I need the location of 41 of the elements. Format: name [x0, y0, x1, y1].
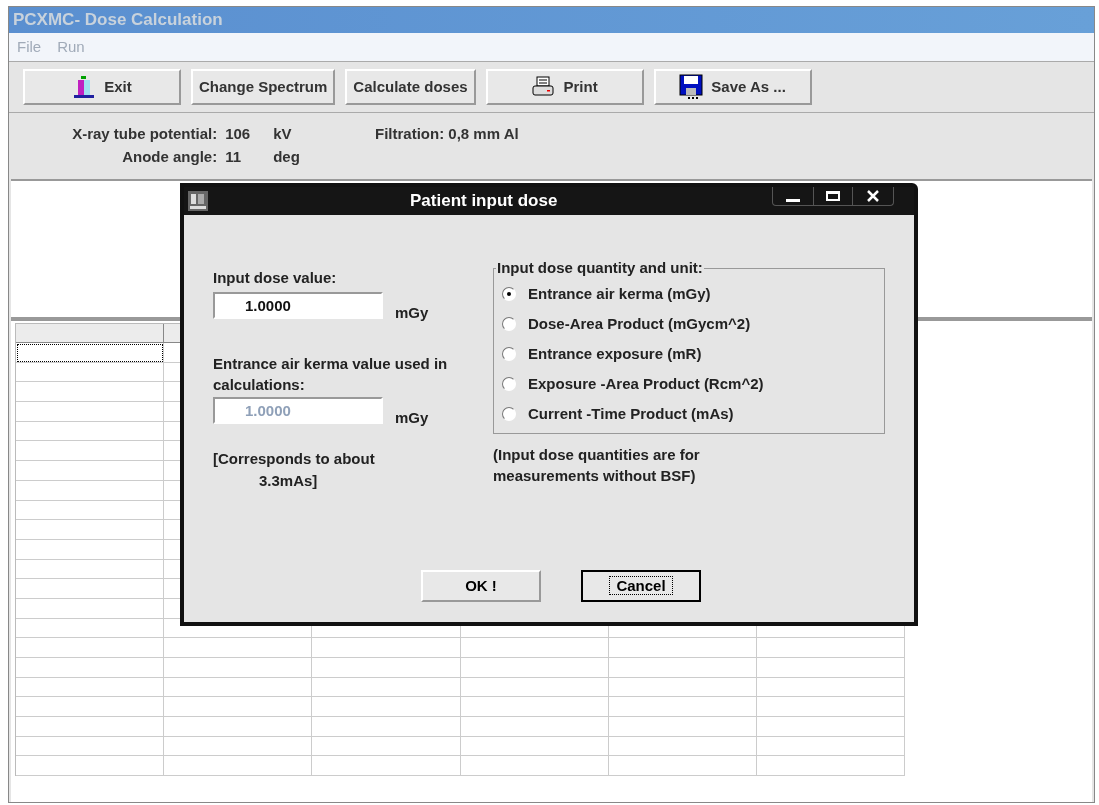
- toolbar-button[interactable]: Exit: [23, 69, 181, 105]
- dialog-button[interactable]: Cancel: [581, 570, 701, 602]
- group-title: Input dose quantity and unit:: [496, 258, 704, 278]
- radio-button[interactable]: [502, 287, 516, 301]
- dialog-button[interactable]: OK !: [421, 570, 541, 602]
- info-value: 106: [225, 124, 252, 144]
- radio-option[interactable]: Current -Time Product (mAs): [502, 403, 876, 425]
- radio-button[interactable]: [502, 407, 516, 421]
- toolbar-button[interactable]: Print: [485, 69, 644, 105]
- radio-option[interactable]: Exposure -Area Product (Rcm^2): [502, 373, 876, 395]
- radio-button[interactable]: [502, 377, 516, 391]
- corresponds-text: [Corresponds to about: [213, 448, 376, 469]
- note-text: (Input dose quantities are for measurements without BSF): [493, 444, 701, 486]
- toolbar-button[interactable]: Save As ...: [653, 69, 812, 105]
- unit-label: mGy: [395, 303, 429, 323]
- toolbar-button[interactable]: Calculate doses: [345, 69, 476, 105]
- unit-label: mGy: [395, 408, 429, 428]
- radio-option[interactable]: Entrance air kerma (mGy): [502, 283, 876, 305]
- field-label: Entrance air kerma value used in calculations:: [213, 353, 449, 395]
- app-icon: [188, 191, 208, 211]
- printer-icon: [531, 76, 556, 98]
- info-label: Anode angle:: [121, 146, 218, 167]
- info-label: X-ray tube potential:: [71, 124, 218, 144]
- field-label: Input dose value:: [213, 268, 338, 288]
- dialog-title: Patient input dose: [410, 190, 558, 213]
- corresponds-value: 3.3mAs]: [258, 471, 319, 491]
- info-value: 11: [225, 146, 243, 167]
- window-title: PCXMC- Dose Calculation: [13, 9, 223, 32]
- radio-option[interactable]: Entrance exposure (mR): [502, 343, 876, 365]
- floppy-disk-icon: [679, 74, 704, 100]
- radio-option[interactable]: Dose-Area Product (mGycm^2): [502, 313, 876, 335]
- toolbar-button[interactable]: Change Spectrum: [191, 69, 336, 105]
- maximize-button[interactable]: [813, 187, 853, 205]
- door-figure-icon: [72, 75, 97, 99]
- input-field[interactable]: 1.0000: [213, 291, 383, 319]
- radio-button[interactable]: [502, 317, 516, 331]
- close-icon: [867, 190, 879, 202]
- radio-button[interactable]: [502, 347, 516, 361]
- info-unit: deg: [273, 146, 301, 167]
- info-unit: kV: [273, 124, 293, 144]
- filtration-text: Filtration: 0,8 mm Al: [375, 124, 519, 144]
